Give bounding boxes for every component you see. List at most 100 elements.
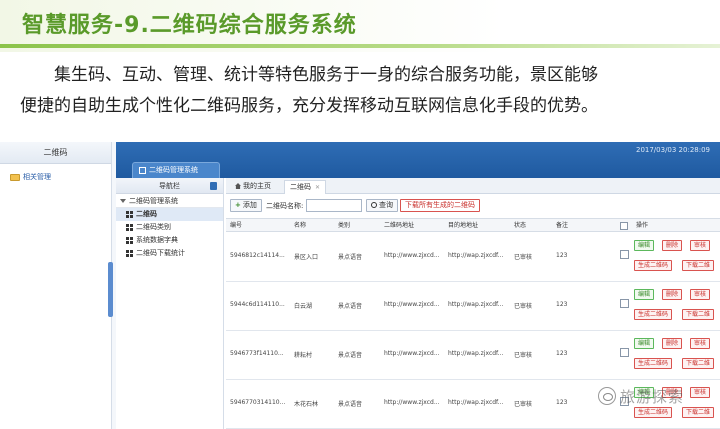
search-button[interactable]: 查询: [366, 199, 398, 212]
search-icon: [371, 202, 377, 208]
tab-qr-management-system[interactable]: 二维码管理系统: [132, 162, 220, 178]
cell-qr-url: http://www.zjxcd...: [384, 350, 440, 357]
generate-qr-button[interactable]: 生成二维码: [634, 309, 673, 320]
left-panel-title: 二维码: [0, 142, 111, 164]
cell-id: 5946773f14110...: [230, 350, 284, 357]
cell-note: 123: [556, 399, 568, 406]
watermark: 旅游探索: [598, 385, 716, 407]
table-row: 5946773f14110... 耕耘村 景点语音 http://www.zjx…: [226, 331, 720, 380]
cell-name: 耕耘村: [294, 352, 313, 359]
nav-header: 导航栏: [116, 178, 223, 194]
tab-home[interactable]: 我的主页: [230, 180, 276, 194]
cell-status: 已审核: [514, 254, 533, 261]
add-button-label: 添加: [242, 201, 257, 209]
nav-item-data-dictionary[interactable]: 系统数据字典: [116, 234, 223, 247]
cell-category: 景点语音: [338, 401, 363, 408]
delete-button[interactable]: 删除: [662, 338, 683, 349]
grid-icon: [126, 210, 133, 218]
cell-target-url: http://wap.zjxcdf...: [448, 252, 504, 259]
nav-item-label: 二维码下载统计: [136, 249, 185, 257]
column-header-name: 名称: [294, 222, 307, 229]
cell-qr-url: http://www.zjxcd...: [384, 301, 440, 308]
generate-qr-button[interactable]: 生成二维码: [634, 358, 673, 369]
row-actions: 编辑 删除 审核 生成二维码 下载二维: [634, 338, 720, 374]
search-button-label: 查询: [379, 201, 393, 209]
edit-button[interactable]: 编辑: [634, 240, 655, 251]
cell-category: 景点语音: [338, 254, 363, 261]
cell-id: 5944c6d114110...: [230, 301, 285, 308]
nav-item-qrcode[interactable]: 二维码: [116, 208, 223, 221]
qr-name-input[interactable]: [306, 199, 362, 212]
download-qr-button[interactable]: 下载二维: [682, 407, 715, 418]
watermark-text: 旅游探索: [620, 388, 685, 406]
cell-name: 木花石林: [294, 401, 319, 408]
column-header-note: 备注: [556, 222, 569, 229]
cell-id: 5946812c14114...: [230, 252, 285, 259]
generate-qr-button[interactable]: 生成二维码: [634, 407, 673, 418]
nav-item-qr-category[interactable]: 二维码类别: [116, 221, 223, 234]
cell-category: 景点语音: [338, 352, 363, 359]
cell-note: 123: [556, 252, 568, 259]
datetime-display: 2017/03/03 20:28:09: [635, 146, 710, 154]
row-checkbox[interactable]: [620, 348, 629, 357]
nav-sidebar: 导航栏 二维码管理系统 二维码 二维码类别 系统数据字典 二维码下载统计: [116, 178, 224, 429]
edit-button[interactable]: 编辑: [634, 338, 655, 349]
cell-status: 已审核: [514, 352, 533, 359]
slide: 智慧服务-9.二维码综合服务系统 集生码、互动、管理、统计等特色服务于一身的综合…: [0, 0, 720, 429]
cell-category: 景点语音: [338, 303, 363, 310]
column-header-actions: 操作: [636, 222, 649, 229]
intro-line-1: 集生码、互动、管理、统计等特色服务于一身的综合服务功能，景区能够: [54, 65, 598, 85]
plus-icon: +: [235, 201, 241, 209]
toolbar: + 添加 二维码名称: 查询 下载所有生成的二维码: [226, 197, 720, 213]
cell-note: 123: [556, 350, 568, 357]
grid-icon: [126, 236, 133, 244]
row-actions: 编辑 删除 审核 生成二维码 下载二维: [634, 289, 720, 325]
download-qr-button[interactable]: 下载二维: [682, 309, 715, 320]
audit-button[interactable]: 审核: [690, 338, 711, 349]
row-checkbox[interactable]: [620, 299, 629, 308]
nav-group-label: 二维码管理系统: [129, 197, 178, 205]
checkbox-icon: [139, 166, 146, 174]
left-panel-item-related-management[interactable]: 相关管理: [10, 172, 51, 182]
select-all-checkbox[interactable]: [620, 222, 628, 230]
table-row: 5944c6d114110... 白云湖 景点语音 http://www.zjx…: [226, 282, 720, 331]
generate-qr-button[interactable]: 生成二维码: [634, 260, 673, 271]
column-header-target-url: 目的地地址: [448, 222, 479, 229]
nav-title: 导航栏: [159, 182, 180, 190]
nav-item-download-stats[interactable]: 二维码下载统计: [116, 247, 223, 260]
panel-resize-handle[interactable]: [108, 262, 113, 317]
lock-icon[interactable]: [210, 182, 217, 190]
column-header-qr-url: 二维码地址: [384, 222, 415, 229]
cell-qr-url: http://www.zjxcd...: [384, 252, 440, 259]
page-title: 智慧服务-9.二维码综合服务系统: [22, 13, 357, 38]
app-topbar: 二维码管理系统 2017/03/03 20:28:09: [116, 142, 720, 178]
download-qr-button[interactable]: 下载二维: [682, 358, 715, 369]
audit-button[interactable]: 审核: [690, 240, 711, 251]
edit-button[interactable]: 编辑: [634, 289, 655, 300]
cell-note: 123: [556, 301, 568, 308]
watermark-logo-icon: [598, 387, 616, 405]
grid-icon: [126, 223, 133, 231]
column-header-id: 编号: [230, 222, 243, 229]
cell-id: 5946770314110...: [230, 399, 286, 406]
add-button[interactable]: + 添加: [230, 199, 262, 212]
column-header-status: 状态: [514, 222, 527, 229]
delete-button[interactable]: 删除: [662, 289, 683, 300]
audit-button[interactable]: 审核: [690, 289, 711, 300]
close-icon[interactable]: ✕: [315, 184, 320, 191]
nav-group-qr-system[interactable]: 二维码管理系统: [116, 194, 223, 208]
cell-status: 已审核: [514, 303, 533, 310]
download-qr-button[interactable]: 下载二维: [682, 260, 715, 271]
nav-item-label: 二维码: [136, 210, 157, 218]
download-all-button[interactable]: 下载所有生成的二维码: [400, 199, 480, 212]
intro-line-2: 便捷的自助生成个性化二维码服务，充分发挥移动互联网信息化手段的优势。: [20, 96, 598, 116]
tab-label: 二维码管理系统: [149, 166, 198, 174]
intro-paragraph: 集生码、互动、管理、统计等特色服务于一身的综合服务功能，景区能够 便捷的自助生成…: [20, 60, 710, 122]
left-panel-item-label: 相关管理: [23, 173, 51, 181]
row-checkbox[interactable]: [620, 250, 629, 259]
left-panel: 二维码 相关管理: [0, 142, 113, 429]
tab-qrcode[interactable]: 二维码 ✕: [284, 180, 327, 194]
column-header-category: 类别: [338, 222, 351, 229]
delete-button[interactable]: 删除: [662, 240, 683, 251]
grid-icon: [126, 249, 133, 257]
